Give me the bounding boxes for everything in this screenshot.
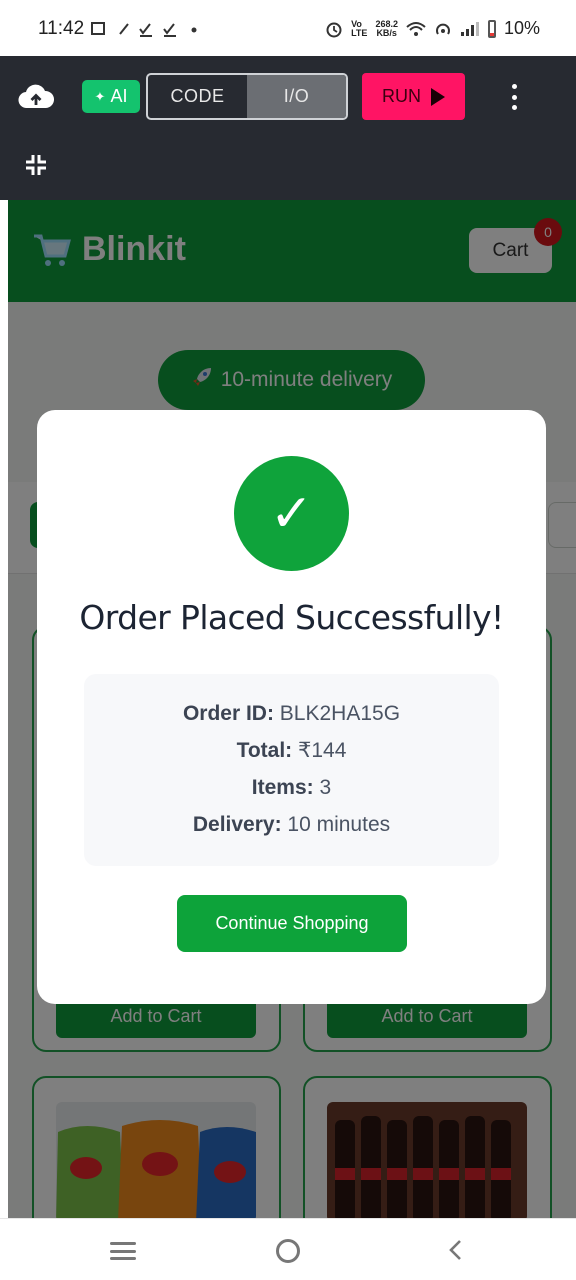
- view-toggle: CODE I/O: [146, 73, 348, 120]
- modal-title: Order Placed Successfully!: [79, 598, 504, 637]
- detail-label: Items:: [251, 776, 314, 799]
- recent-apps-icon[interactable]: [110, 1242, 136, 1260]
- hotspot-icon: [435, 23, 450, 35]
- detail-value: BLK2HA15G: [279, 702, 401, 725]
- total-row: Total: ₹144: [84, 737, 499, 774]
- order-id-row: Order ID: BLK2HA15G: [84, 700, 499, 737]
- system-nav-bar: [0, 1218, 576, 1280]
- network-speed-unit: KB/s: [376, 27, 397, 38]
- editor-toolbar: ✦ AI CODE I/O RUN: [0, 56, 576, 200]
- tab-io[interactable]: I/O: [247, 75, 346, 118]
- detail-label: Delivery:: [192, 813, 282, 836]
- notification-icons-glyph: [91, 22, 197, 37]
- run-button[interactable]: RUN: [362, 73, 465, 120]
- ai-button-label: AI: [110, 86, 128, 106]
- home-icon[interactable]: [276, 1239, 300, 1263]
- network-speed: 268.2 KB/s: [375, 19, 398, 38]
- ai-button[interactable]: ✦ AI: [82, 80, 140, 113]
- order-success-modal: ✓ Order Placed Successfully! Order ID: B…: [37, 410, 546, 1004]
- volte-icon: Vo LTE: [351, 18, 368, 38]
- cloud-upload-icon[interactable]: [18, 84, 54, 110]
- status-bar: 11:42 Vo LTE 268.2 KB/s 10%: [0, 0, 576, 56]
- detail-value: 3: [319, 776, 332, 799]
- collapse-icon[interactable]: [25, 154, 47, 176]
- delivery-row: Delivery: 10 minutes: [84, 811, 499, 848]
- status-right: Vo LTE 268.2 KB/s 10%: [325, 18, 540, 39]
- run-button-label: RUN: [382, 86, 421, 106]
- wifi-icon: [406, 21, 426, 36]
- detail-label: Total:: [236, 739, 293, 762]
- detail-value: ₹144: [298, 739, 347, 762]
- play-icon: [431, 87, 445, 106]
- continue-shopping-button[interactable]: Continue Shopping: [177, 895, 407, 952]
- battery-level: 10%: [503, 18, 540, 38]
- signal-icon: [460, 21, 479, 36]
- battery-icon: [487, 19, 496, 38]
- sparkle-icon: ✦: [94, 88, 106, 104]
- success-check-icon: ✓: [234, 456, 349, 571]
- back-icon[interactable]: [447, 1239, 463, 1261]
- screen: 11:42 Vo LTE 268.2 KB/s 10% ✦ AI CODE I/…: [0, 0, 576, 1280]
- notification-icons: [90, 20, 200, 42]
- detail-label: Order ID:: [182, 702, 274, 725]
- items-row: Items: 3: [84, 774, 499, 811]
- more-options-icon[interactable]: [508, 84, 520, 110]
- alarm-icon: [326, 22, 342, 37]
- detail-value: 10 minutes: [287, 813, 391, 836]
- status-time: 11:42: [38, 18, 85, 39]
- tab-code[interactable]: CODE: [148, 75, 247, 118]
- order-details: Order ID: BLK2HA15G Total: ₹144 Items: 3…: [84, 674, 499, 866]
